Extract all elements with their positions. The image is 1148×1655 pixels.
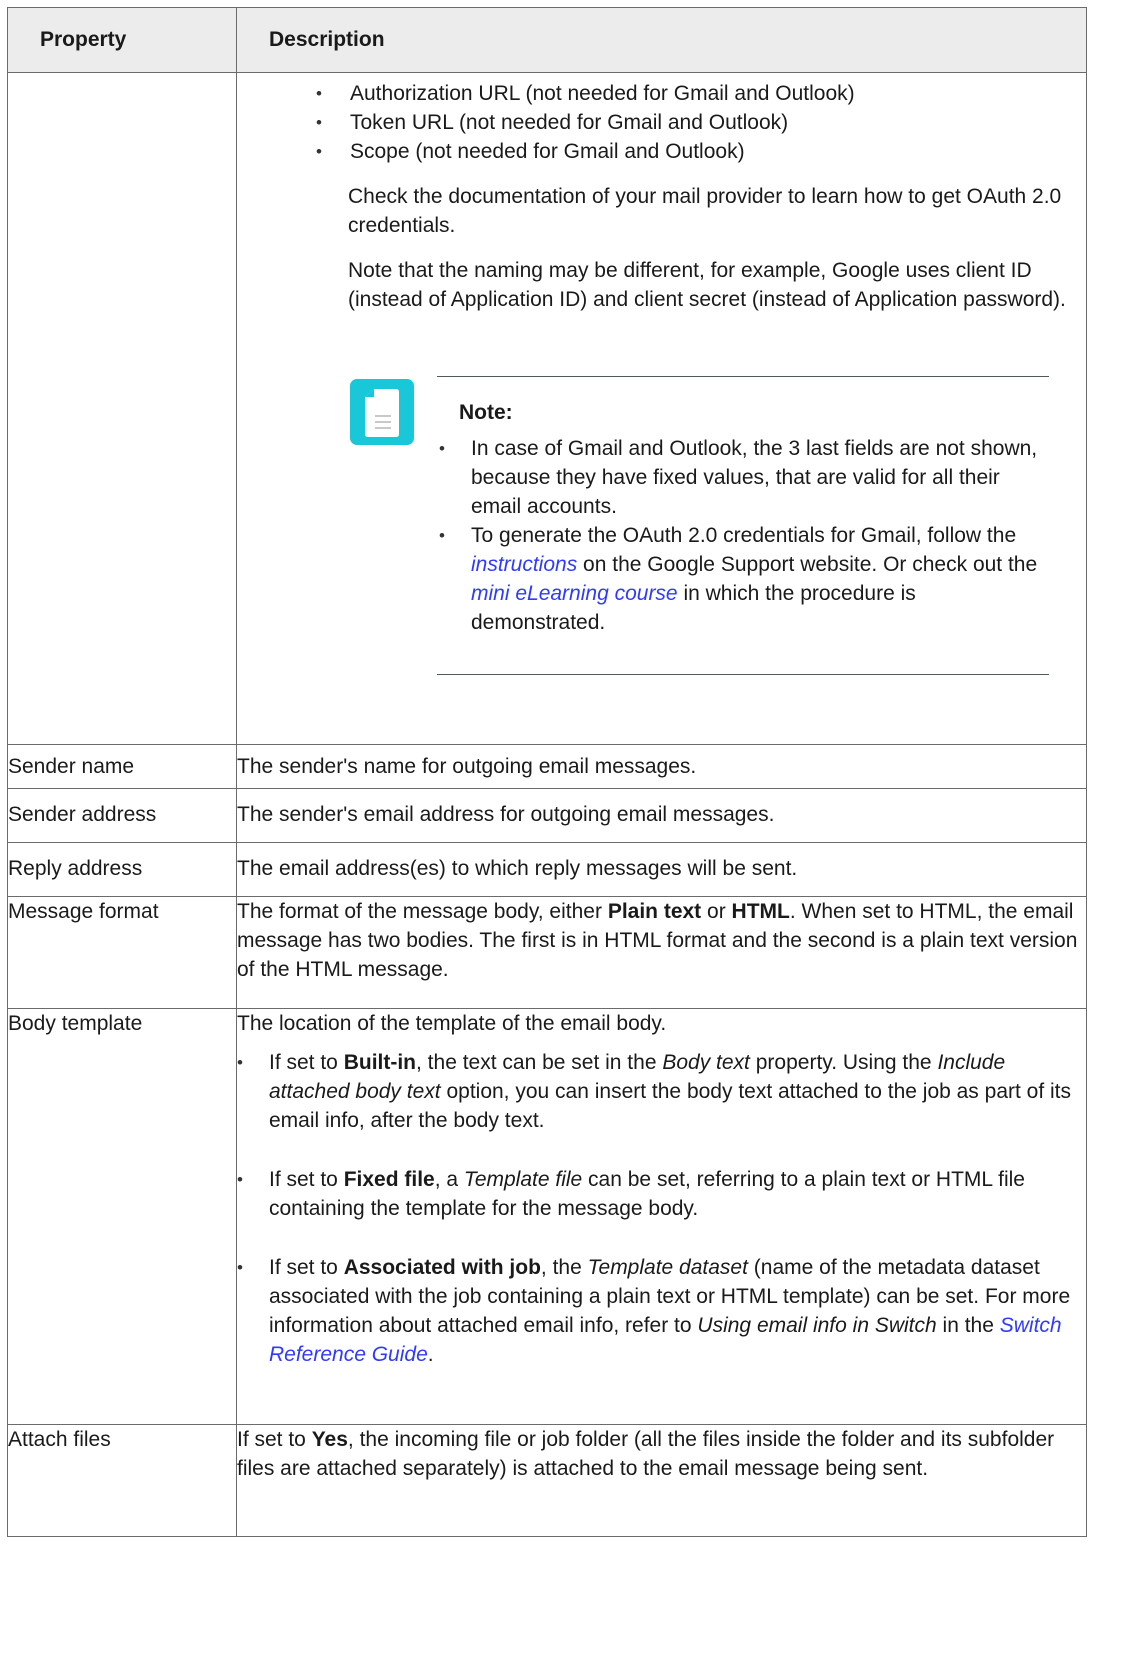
- table-row-body-template: Body template The location of the templa…: [7, 1008, 1087, 1425]
- list-item: Scope (not needed for Gmail and Outlook): [316, 137, 1086, 166]
- list-item: To generate the OAuth 2.0 credentials fo…: [437, 521, 1049, 637]
- oauth-paragraph-docs: Check the documentation of your mail pro…: [348, 185, 1062, 237]
- table-row-sender-address: Sender address The sender's email addres…: [7, 788, 1087, 843]
- desc-bold: Yes: [311, 1428, 348, 1451]
- property-description: The location of the template of the emai…: [236, 1008, 1087, 1425]
- note-divider-bottom: [437, 674, 1049, 675]
- property-name: Message format: [7, 896, 237, 1009]
- desc-text: , the incoming file or job folder (all t…: [237, 1428, 1055, 1480]
- body-template-intro: The location of the template of the emai…: [237, 1012, 667, 1035]
- desc-text: The format of the message body, either: [237, 900, 608, 923]
- property-description: The sender's email address for outgoing …: [236, 788, 1087, 843]
- description-cell-oauth: Authorization URL (not needed for Gmail …: [236, 72, 1087, 745]
- property-name: Sender address: [7, 788, 237, 843]
- properties-table: Property Description Authorization URL (…: [7, 7, 1087, 1537]
- note-title: Note:: [459, 401, 513, 424]
- note-text: on the Google Support website. Or check …: [577, 553, 1038, 576]
- table-row-sender-name: Sender name The sender's name for outgoi…: [7, 744, 1087, 789]
- note-divider-top: [437, 376, 1049, 377]
- note-document-icon: [350, 379, 414, 445]
- desc-bold: Fixed file: [343, 1168, 435, 1191]
- desc-text: If set to: [269, 1256, 344, 1279]
- desc-text: If set to: [269, 1051, 344, 1074]
- table-row-message-format: Message format The format of the message…: [7, 896, 1087, 1009]
- property-name: Reply address: [7, 842, 237, 897]
- list-item: In case of Gmail and Outlook, the 3 last…: [437, 434, 1049, 521]
- desc-text: or: [701, 900, 732, 923]
- desc-text: If set to: [269, 1168, 344, 1191]
- table-row-oauth: Authorization URL (not needed for Gmail …: [7, 72, 1087, 745]
- property-name: Sender name: [7, 744, 237, 789]
- list-item: If set to Associated with job, the Templ…: [237, 1253, 1086, 1369]
- oauth-field-list: Authorization URL (not needed for Gmail …: [316, 79, 1086, 166]
- desc-text: If set to: [237, 1428, 312, 1451]
- desc-bold: HTML: [731, 900, 790, 923]
- property-description: The sender's name for outgoing email mes…: [236, 744, 1087, 789]
- note-list: In case of Gmail and Outlook, the 3 last…: [437, 434, 1049, 637]
- list-item: If set to Fixed file, a Template file ca…: [237, 1165, 1086, 1223]
- desc-text: , the text can be set in the: [416, 1051, 663, 1074]
- list-item: Token URL (not needed for Gmail and Outl…: [316, 108, 1086, 137]
- desc-bold: Associated with job: [343, 1256, 541, 1279]
- oauth-paragraph-naming: Note that the naming may be different, f…: [348, 259, 1066, 311]
- desc-text: .: [427, 1343, 434, 1366]
- header-description: Description: [236, 7, 1087, 73]
- desc-text: property. Using the: [749, 1051, 938, 1074]
- instructions-link[interactable]: instructions: [471, 553, 577, 576]
- list-item: If set to Built-in, the text can be set …: [237, 1048, 1086, 1135]
- body-template-options: If set to Built-in, the text can be set …: [237, 1048, 1086, 1369]
- desc-text: , the: [540, 1256, 588, 1279]
- desc-bold: Built-in: [343, 1051, 417, 1074]
- property-description: If set to Yes, the incoming file or job …: [236, 1424, 1087, 1537]
- property-name: Body template: [7, 1008, 237, 1425]
- desc-text: in the: [936, 1314, 1000, 1337]
- desc-text: , a: [434, 1168, 464, 1191]
- note-text: To generate the OAuth 2.0 credentials fo…: [471, 524, 1017, 547]
- table-row-attach-files: Attach files If set to Yes, the incoming…: [7, 1424, 1087, 1537]
- list-item: Authorization URL (not needed for Gmail …: [316, 79, 1086, 108]
- property-name: Attach files: [7, 1424, 237, 1537]
- property-cell-empty: [7, 72, 237, 745]
- desc-italic: Body text: [662, 1051, 750, 1074]
- desc-italic: Template dataset: [587, 1256, 748, 1279]
- header-property: Property: [7, 7, 237, 73]
- note-box: Note: In case of Gmail and Outlook, the …: [237, 376, 1086, 676]
- table-row-reply-address: Reply address The email address(es) to w…: [7, 842, 1087, 897]
- property-description: The format of the message body, either P…: [236, 896, 1087, 1009]
- property-description: The email address(es) to which reply mes…: [236, 842, 1087, 897]
- table-header-row: Property Description: [7, 7, 1087, 73]
- elearning-course-link[interactable]: mini eLearning course: [471, 582, 678, 605]
- desc-italic: Using email info in Switch: [697, 1314, 937, 1337]
- desc-italic: Template file: [463, 1168, 583, 1191]
- desc-bold: Plain text: [607, 900, 702, 923]
